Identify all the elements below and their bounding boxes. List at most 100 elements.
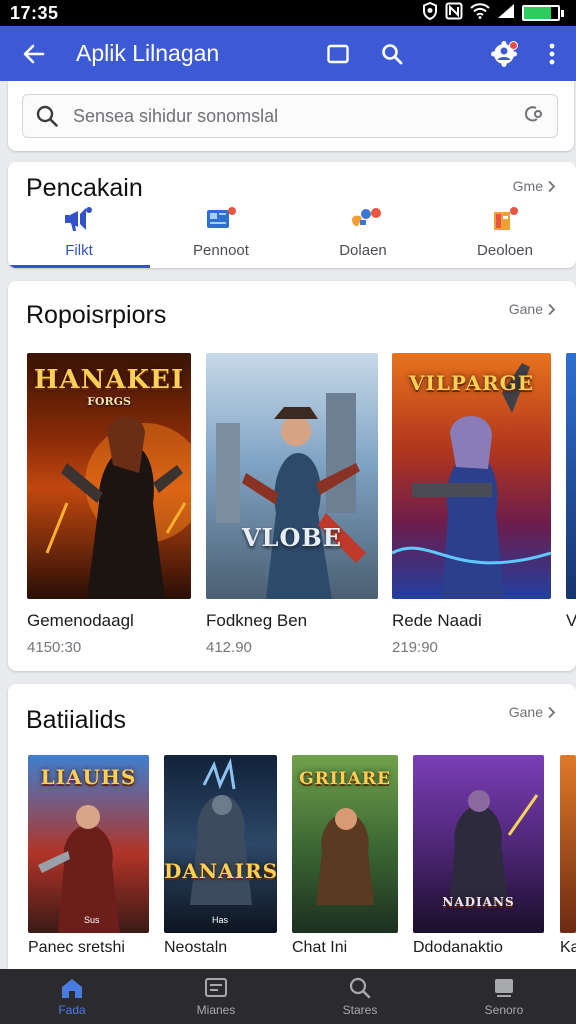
chevron-right-icon bbox=[548, 180, 556, 192]
signal-icon bbox=[497, 3, 515, 24]
nfc-icon bbox=[445, 2, 463, 25]
game-meta: 412.90 bbox=[206, 639, 252, 656]
more-vertical-icon bbox=[549, 43, 555, 64]
package-icon bbox=[488, 204, 522, 234]
cover-logo: VILPARGE bbox=[409, 371, 534, 395]
game-name: Chat Ini bbox=[292, 939, 348, 956]
cover-logo: GRIIARE bbox=[299, 769, 391, 789]
category-tab-2[interactable]: Pennoot bbox=[150, 200, 292, 268]
category-label: Filkt bbox=[65, 242, 93, 259]
game-cover: DANAIRS Has bbox=[164, 755, 277, 933]
battle-game-4[interactable]: NADIANS Ddodanaktio bbox=[413, 755, 544, 957]
game-cover: NADIANS bbox=[413, 755, 544, 933]
status-time: 17:35 bbox=[10, 2, 59, 23]
card-icon bbox=[204, 204, 238, 234]
game-cover: HANAKEI FORGS bbox=[27, 353, 191, 599]
arrow-left-icon bbox=[23, 44, 45, 63]
search-icon bbox=[349, 977, 371, 999]
categories-card: Pencakain Gme Filkt Pennoot Dolaen Deolo… bbox=[8, 162, 576, 268]
shield-icon bbox=[422, 1, 438, 25]
cover-logo: NADIANS bbox=[442, 895, 515, 909]
cover-badge: Sus bbox=[84, 915, 100, 925]
category-label: Dolaen bbox=[339, 242, 387, 259]
battery-icon bbox=[522, 5, 564, 21]
battle-game-5[interactable]: Ka bbox=[560, 755, 576, 957]
game-name: Rede Naadi bbox=[392, 611, 482, 630]
featured-game-1[interactable]: HANAKEI FORGS Gemenodaagl 4150:30 bbox=[27, 353, 191, 656]
battle-game-1[interactable]: LIAUHS Sus Panec sretshi bbox=[28, 755, 149, 957]
featured-game-4[interactable]: V bbox=[566, 353, 576, 631]
notification-dot bbox=[509, 40, 518, 50]
game-name: Panec sretshi bbox=[28, 939, 125, 956]
nav-label: Senoro bbox=[484, 1003, 524, 1017]
featured-card: Ropoisrpiors Gane HANAKEI FORGS Gemenoda… bbox=[8, 281, 576, 671]
search-box[interactable] bbox=[22, 94, 558, 138]
cover-badge: Has bbox=[212, 915, 229, 925]
cover-logo: HANAKEI bbox=[33, 365, 185, 395]
controller-icon bbox=[346, 204, 381, 234]
search-icon bbox=[36, 105, 58, 127]
window-icon bbox=[205, 978, 227, 997]
game-name: Fodkneg Ben bbox=[206, 611, 308, 630]
category-label: Deoloen bbox=[477, 242, 533, 259]
search-area bbox=[8, 81, 574, 151]
game-meta: 219:90 bbox=[392, 639, 438, 656]
app-bar: Aplik Lilnagan bbox=[0, 26, 576, 81]
featured-game-3[interactable]: VILPARGE Rede Naadi 219:90 bbox=[392, 353, 551, 656]
chevron-right-icon bbox=[548, 706, 556, 718]
game-name: Ka bbox=[560, 939, 576, 956]
category-tabs: Filkt Pennoot Dolaen Deoloen bbox=[8, 200, 576, 268]
game-cover bbox=[566, 353, 576, 599]
cover-logo: LIAUHS bbox=[40, 765, 137, 789]
battles-see-all[interactable]: Gane bbox=[509, 704, 556, 720]
categories-title: Pencakain bbox=[26, 174, 143, 202]
back-button[interactable] bbox=[18, 38, 50, 70]
game-cover: VILPARGE bbox=[392, 353, 551, 599]
cover-logo: DANAIRS bbox=[164, 859, 277, 883]
game-name: Gemenodaagl bbox=[27, 611, 134, 630]
category-tab-1[interactable]: Filkt bbox=[8, 200, 150, 268]
nav-search[interactable]: Stares bbox=[288, 969, 432, 1024]
game-cover: VLOBE bbox=[206, 353, 378, 599]
game-cover: LIAUHS Sus bbox=[28, 755, 149, 933]
nav-games[interactable]: Mianes bbox=[144, 969, 288, 1024]
nav-label: Fada bbox=[58, 1003, 86, 1017]
window-icon bbox=[327, 44, 349, 63]
cover-subtitle: FORGS bbox=[87, 395, 131, 408]
wifi-icon bbox=[470, 2, 490, 24]
chevron-right-icon bbox=[548, 303, 556, 315]
status-icons bbox=[422, 1, 564, 25]
category-tab-3[interactable]: Dolaen bbox=[292, 200, 434, 268]
game-name: Ddodanaktio bbox=[413, 939, 503, 956]
game-name: V bbox=[566, 611, 576, 630]
nav-label: Mianes bbox=[196, 1003, 236, 1017]
game-cover: GRIIARE bbox=[292, 755, 398, 933]
category-tab-4[interactable]: Deoloen bbox=[434, 200, 576, 268]
more-button[interactable] bbox=[542, 38, 562, 70]
nav-home[interactable]: Fada bbox=[0, 969, 144, 1024]
battle-game-2[interactable]: DANAIRS Has Neostaln bbox=[164, 755, 277, 957]
voice-icon[interactable] bbox=[521, 103, 545, 130]
featured-game-2[interactable]: VLOBE Fodkneg Ben 412.90 bbox=[206, 353, 378, 656]
cover-logo: VLOBE bbox=[242, 523, 342, 552]
page-title: Aplik Lilnagan bbox=[76, 40, 220, 66]
profile-button[interactable] bbox=[488, 38, 520, 70]
window-button[interactable] bbox=[322, 38, 354, 70]
featured-see-all[interactable]: Gane bbox=[509, 301, 556, 317]
search-input[interactable] bbox=[73, 105, 521, 127]
search-icon bbox=[382, 43, 403, 64]
battle-game-3[interactable]: GRIIARE Chat Ini bbox=[292, 755, 398, 957]
game-cover bbox=[560, 755, 576, 933]
search-button[interactable] bbox=[376, 38, 408, 70]
nav-library[interactable]: Senoro bbox=[432, 969, 576, 1024]
battles-card: Batiialids Gane LIAUHS Sus Panec sretshi… bbox=[8, 684, 576, 984]
nav-label: Stares bbox=[342, 1003, 378, 1017]
home-icon bbox=[62, 979, 82, 998]
stack-icon bbox=[495, 979, 513, 997]
battles-title: Batiialids bbox=[26, 706, 127, 734]
status-bar: 17:35 bbox=[0, 0, 576, 26]
categories-see-all[interactable]: Gme bbox=[513, 178, 556, 194]
app-bar-actions bbox=[322, 38, 562, 70]
featured-title: Ropoisrpiors bbox=[26, 301, 167, 329]
game-meta: 4150:30 bbox=[27, 639, 82, 656]
